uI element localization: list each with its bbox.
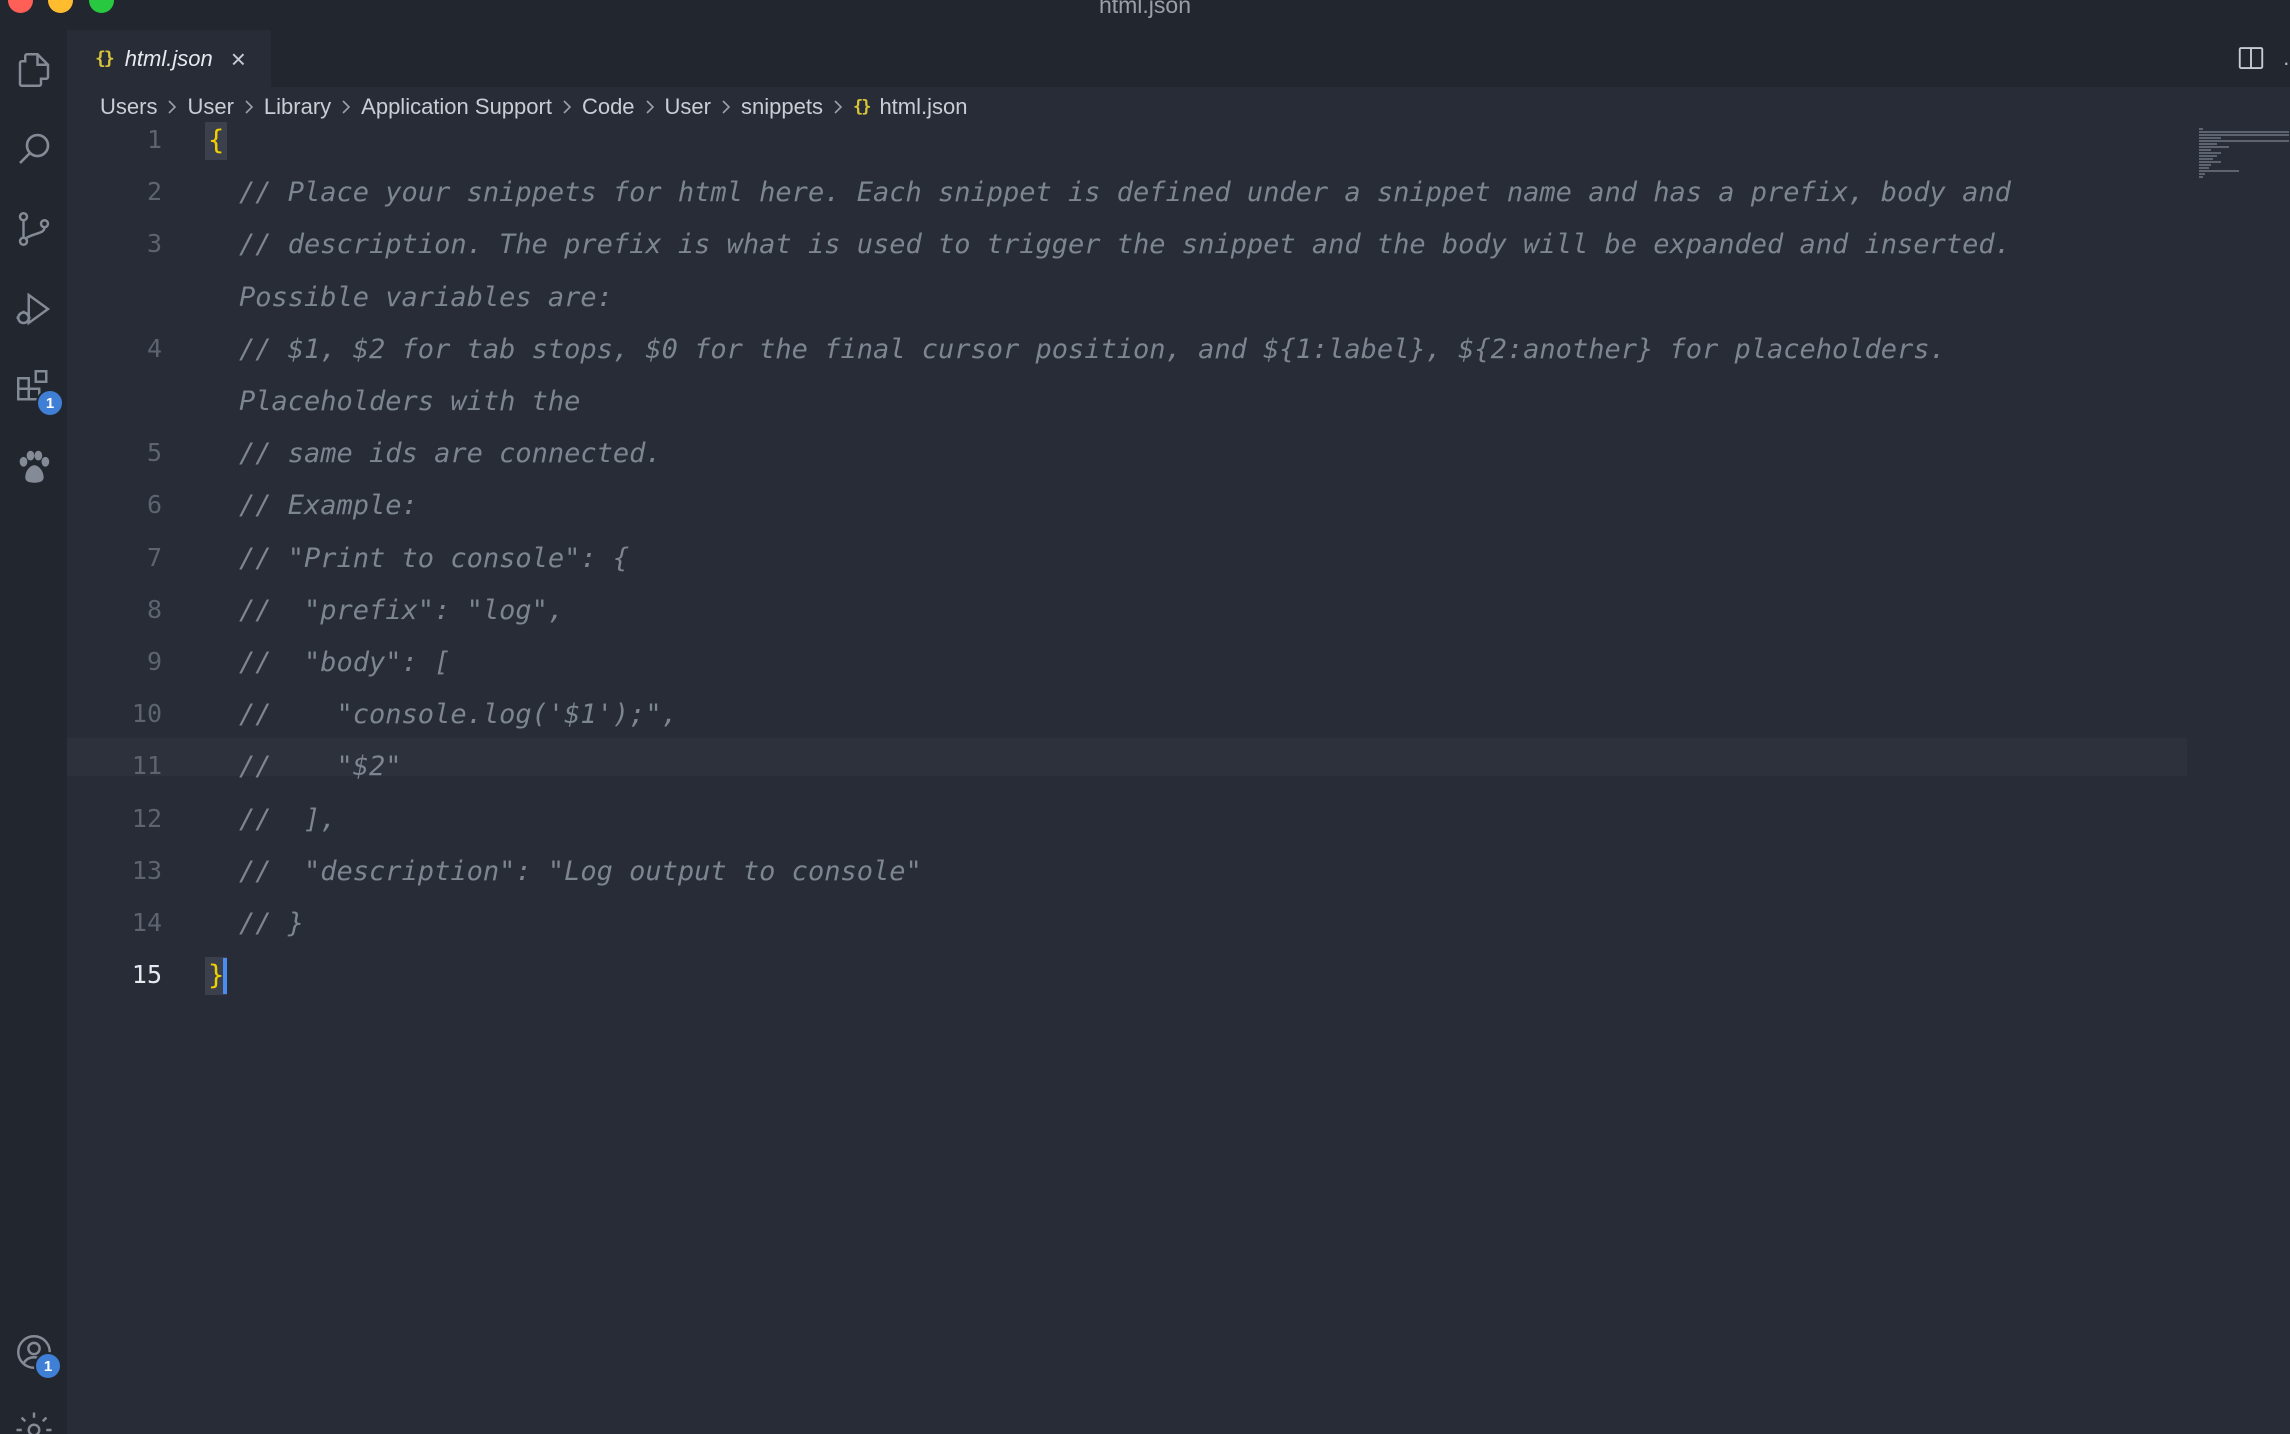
line-number: 12 xyxy=(131,803,162,833)
code-comment-line: // same ids are connected. xyxy=(239,438,662,470)
minimap-line xyxy=(2199,149,2211,151)
minimap-line xyxy=(2199,161,2221,163)
code-comment-line: // "Print to console": { xyxy=(239,542,630,574)
breadcrumb: Users User Library Application Support Code U… xyxy=(100,89,967,125)
chevron-right-icon xyxy=(720,99,732,115)
chevron-right-icon xyxy=(340,99,352,115)
extensions-badge: 1 xyxy=(36,389,64,417)
minimap-line xyxy=(2199,170,2239,172)
minimap-line xyxy=(2199,158,2213,160)
line-number: 13 xyxy=(131,855,162,885)
minimap-line xyxy=(2199,176,2203,178)
minimap-line xyxy=(2199,131,2289,133)
vscode-window: html.json 1 1 {} html.json × · Users Use… xyxy=(0,0,2290,1434)
code-comment-line: // description. The prefix is what is us… xyxy=(239,229,2011,261)
minimap-line xyxy=(2199,146,2229,148)
breadcrumb-segment[interactable]: Code xyxy=(582,94,635,120)
breadcrumb-segment[interactable]: snippets xyxy=(741,94,823,120)
activity-bar: 1 1 xyxy=(0,30,67,1434)
extensions-icon[interactable]: 1 xyxy=(12,365,64,417)
code-comment-line: Possible variables are: xyxy=(239,281,613,313)
minimap-line xyxy=(2199,143,2217,145)
source-control-icon[interactable] xyxy=(12,207,56,251)
line-number: 11 xyxy=(131,751,162,781)
code-comment-line: // "console.log('$1');", xyxy=(239,699,678,731)
chevron-right-icon xyxy=(561,99,573,115)
minimap-line xyxy=(2199,128,2203,130)
search-icon[interactable] xyxy=(12,127,56,171)
code-comment-line: // "prefix": "log", xyxy=(239,594,565,626)
line-number: 15 xyxy=(131,960,162,990)
open-brace: { xyxy=(205,122,228,160)
minimap-line xyxy=(2199,164,2211,166)
explorer-icon[interactable] xyxy=(12,48,56,92)
line-number: 6 xyxy=(146,490,162,520)
split-editor-icon[interactable] xyxy=(2236,43,2266,73)
minimap-line xyxy=(2199,152,2221,154)
run-debug-icon[interactable] xyxy=(12,287,56,331)
title-bar: html.json xyxy=(0,0,2290,30)
line-number: 9 xyxy=(146,647,162,676)
tabs-bar: {} html.json × · xyxy=(67,30,2290,87)
json-file-icon: {} xyxy=(95,48,115,69)
text-cursor xyxy=(223,958,227,995)
tab-label: html.json xyxy=(124,45,213,71)
gear-icon[interactable] xyxy=(12,1408,56,1434)
code-comment-line: // Example: xyxy=(239,490,418,522)
line-number: 10 xyxy=(131,699,162,729)
code-comment-line: // Place your snippets for html here. Ea… xyxy=(239,177,2011,209)
chevron-right-icon xyxy=(644,99,656,115)
line-number: 3 xyxy=(146,229,162,259)
line-number: 5 xyxy=(146,438,162,468)
minimap-line xyxy=(2199,140,2289,142)
code-comment-line: // "body": [ xyxy=(239,647,451,678)
code-editor[interactable]: 1 2 3 4 5 6 7 8 9 10 11 12 13 14 15{// Place your snip… xyxy=(67,122,2187,1434)
minimap-line xyxy=(2199,167,2209,169)
code-comment-line: // $1, $2 for tab stops, $0 for the fina… xyxy=(239,333,1946,365)
breadcrumb-segment[interactable]: Application Support xyxy=(361,94,552,120)
code-comment-line: // "description": "Log output to console… xyxy=(239,855,922,887)
close-icon[interactable]: × xyxy=(231,46,246,72)
line-number: 2 xyxy=(146,177,162,207)
code-comment-line: // } xyxy=(239,908,305,939)
code-comment-line: // "$2" xyxy=(239,751,402,783)
breadcrumb-file[interactable]: html.json xyxy=(879,94,967,120)
minimap-line xyxy=(2199,137,2221,139)
more-actions-icon[interactable]: · xyxy=(2283,50,2290,76)
chevron-right-icon xyxy=(832,99,844,115)
chevron-right-icon xyxy=(243,99,255,115)
minimap-line xyxy=(2199,155,2217,157)
line-number: 1 xyxy=(146,125,162,154)
paw-icon[interactable] xyxy=(12,445,56,489)
accounts-badge: 1 xyxy=(34,1352,62,1380)
line-number: 14 xyxy=(131,908,162,937)
code-comment-line: // ], xyxy=(239,803,337,835)
code-comment-line: Placeholders with the xyxy=(239,386,581,417)
line-number: 4 xyxy=(146,333,162,363)
minimap-line xyxy=(2199,134,2289,136)
window-title: html.json xyxy=(1098,0,1192,18)
minimap-line xyxy=(2199,173,2205,175)
breadcrumb-segment[interactable]: Users xyxy=(100,94,157,120)
minimap[interactable] xyxy=(2187,122,2290,1434)
breadcrumb-segment[interactable]: Library xyxy=(264,94,331,120)
breadcrumb-segment[interactable]: User xyxy=(187,94,233,120)
line-number: 8 xyxy=(146,594,162,624)
json-file-icon: {} xyxy=(852,97,872,117)
line-number: 7 xyxy=(146,542,162,572)
chevron-right-icon xyxy=(166,99,178,115)
accounts-icon[interactable]: 1 xyxy=(12,1330,62,1380)
breadcrumb-segment[interactable]: User xyxy=(665,94,711,120)
tab-html-json[interactable]: {} html.json × xyxy=(67,30,271,87)
